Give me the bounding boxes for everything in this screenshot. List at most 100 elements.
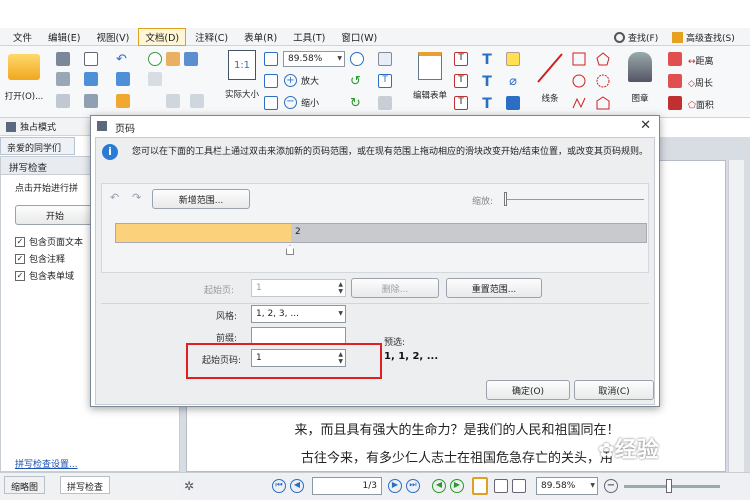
- last-page-icon[interactable]: ⏭: [406, 479, 420, 493]
- rectangle-icon[interactable]: [572, 52, 586, 66]
- delete-button[interactable]: 删除...: [351, 278, 439, 298]
- first-page-icon[interactable]: ⏮: [272, 479, 286, 493]
- edit-form-button[interactable]: 编辑表单: [410, 52, 450, 101]
- text-field-icon[interactable]: T: [454, 52, 468, 66]
- document-icon[interactable]: [84, 94, 98, 108]
- tab-thumbnails[interactable]: 缩略图: [4, 476, 46, 494]
- spellcheck-settings-link[interactable]: 拼写检查设置...: [15, 457, 78, 470]
- underline-icon[interactable]: T: [480, 74, 494, 90]
- strikeout-icon[interactable]: T: [480, 96, 494, 112]
- reset-range-button[interactable]: 重置范围...: [446, 278, 542, 298]
- measure-icon[interactable]: [668, 96, 682, 110]
- text-edit-icon[interactable]: T: [378, 74, 392, 88]
- menu-form[interactable]: 表单(R): [237, 28, 284, 46]
- cancel-button[interactable]: 取消(C): [574, 380, 654, 400]
- settings-icon[interactable]: [116, 94, 130, 108]
- rotate-right-icon[interactable]: ↻: [350, 96, 364, 111]
- snapshot-icon[interactable]: [184, 52, 198, 66]
- start-button[interactable]: 开始: [15, 205, 95, 225]
- close-icon[interactable]: ✕: [640, 118, 651, 133]
- menu-document[interactable]: 文档(D): [138, 27, 187, 46]
- range-zoom-slider[interactable]: [504, 199, 644, 200]
- zoom-tool-icon[interactable]: [350, 52, 364, 66]
- open-button[interactable]: 打开(O)...: [4, 54, 44, 102]
- pentagon-icon[interactable]: [596, 52, 610, 66]
- style-select[interactable]: 1, 2, 3, ... ▼: [251, 305, 346, 323]
- fit-visible-icon[interactable]: [264, 96, 278, 110]
- zoom-in-button[interactable]: + 放大: [284, 74, 319, 87]
- find-button[interactable]: 查找(F): [614, 28, 658, 46]
- perimeter-button[interactable]: ◇周长: [688, 76, 713, 89]
- option-page-text[interactable]: ✓ 包含页面文本: [15, 235, 83, 248]
- back-view-icon[interactable]: ◀: [432, 479, 446, 493]
- text-box-icon[interactable]: T: [454, 74, 468, 88]
- advanced-find-button[interactable]: 高级查找(S): [672, 28, 735, 46]
- email-icon[interactable]: [84, 52, 98, 66]
- text-select-icon[interactable]: [166, 94, 180, 108]
- tab-spellcheck[interactable]: 拼写检查: [60, 476, 111, 494]
- continuous-page-icon[interactable]: [494, 479, 508, 493]
- hand-icon[interactable]: [166, 52, 180, 66]
- menu-comment[interactable]: 注释(C): [188, 28, 235, 46]
- polygon-icon[interactable]: [596, 96, 610, 110]
- menu-tools[interactable]: 工具(T): [286, 28, 332, 46]
- undo-icon[interactable]: ↶: [110, 191, 119, 204]
- add-range-button[interactable]: 新增范围...: [152, 189, 250, 209]
- attachment-icon[interactable]: ⌀: [506, 74, 520, 89]
- previous-page-icon[interactable]: ◀: [290, 479, 304, 493]
- properties-icon[interactable]: [56, 94, 70, 108]
- line-button[interactable]: 线条: [532, 52, 568, 104]
- menu-window[interactable]: 窗口(W): [334, 28, 384, 46]
- forward-view-icon[interactable]: ▶: [450, 479, 464, 493]
- upload-icon[interactable]: [84, 72, 98, 86]
- menu-edit[interactable]: 编辑(E): [41, 28, 87, 46]
- print-icon[interactable]: [56, 72, 70, 86]
- zoom-slider[interactable]: [624, 485, 720, 488]
- status-zoom-select[interactable]: 89.58% ▼: [536, 477, 598, 495]
- exclusive-mode-label[interactable]: 独占模式: [20, 120, 56, 133]
- polyline-icon[interactable]: [572, 96, 586, 110]
- back-icon[interactable]: [148, 52, 162, 66]
- option-form-fields[interactable]: ✓ 包含表单域: [15, 269, 83, 282]
- vertical-scrollbar[interactable]: [728, 160, 744, 472]
- undo-icon[interactable]: ↶: [116, 52, 130, 67]
- note-icon[interactable]: [506, 52, 520, 66]
- redo-icon[interactable]: ↷: [132, 191, 141, 204]
- next-page-icon[interactable]: ▶: [388, 479, 402, 493]
- eraser-icon[interactable]: [668, 74, 682, 88]
- settings-icon[interactable]: ✲: [184, 479, 198, 493]
- facing-page-icon[interactable]: [512, 479, 526, 493]
- page-number-field[interactable]: 1/3: [312, 477, 382, 495]
- select-icon[interactable]: [148, 72, 162, 86]
- object-icon[interactable]: [378, 96, 392, 110]
- zoom-slider-thumb[interactable]: [666, 479, 672, 493]
- fit-page-icon[interactable]: [264, 52, 278, 66]
- option-annotations[interactable]: ✓ 包含注释: [15, 252, 83, 265]
- callout-icon[interactable]: T: [454, 96, 468, 110]
- start-number-field[interactable]: 1 ▲ ▼: [251, 349, 346, 367]
- start-page-field[interactable]: 1 ▲ ▼: [251, 279, 346, 297]
- distance-button[interactable]: ↔距离: [688, 54, 714, 67]
- zoom-select[interactable]: 89.58% ▼: [283, 51, 345, 67]
- zoom-out-button[interactable]: − 缩小: [284, 96, 319, 109]
- menu-file[interactable]: 文件: [6, 28, 39, 46]
- fit-width-icon[interactable]: [264, 74, 278, 88]
- save-icon[interactable]: [56, 52, 70, 66]
- range-handle[interactable]: [286, 245, 294, 255]
- range-bar[interactable]: 2: [115, 223, 647, 243]
- stamp-button[interactable]: 图章: [622, 52, 658, 104]
- pencil-icon[interactable]: [668, 52, 682, 66]
- menu-view[interactable]: 视图(V): [89, 28, 136, 46]
- rotate-left-icon[interactable]: ↺: [350, 74, 364, 89]
- ok-button[interactable]: 确定(O): [486, 380, 570, 400]
- box-select-icon[interactable]: [190, 94, 204, 108]
- typewriter-icon[interactable]: T: [480, 52, 494, 68]
- ellipse-icon[interactable]: [572, 74, 586, 88]
- area-button[interactable]: ⬠面积: [688, 98, 714, 111]
- range-zoom-thumb[interactable]: [504, 192, 507, 206]
- cloud-icon[interactable]: [116, 72, 130, 86]
- cloud-shape-icon[interactable]: [596, 74, 610, 88]
- zoom-out-icon[interactable]: −: [604, 479, 618, 493]
- sound-icon[interactable]: [506, 96, 520, 110]
- actual-size-button[interactable]: 1:1 实际大小: [220, 50, 264, 100]
